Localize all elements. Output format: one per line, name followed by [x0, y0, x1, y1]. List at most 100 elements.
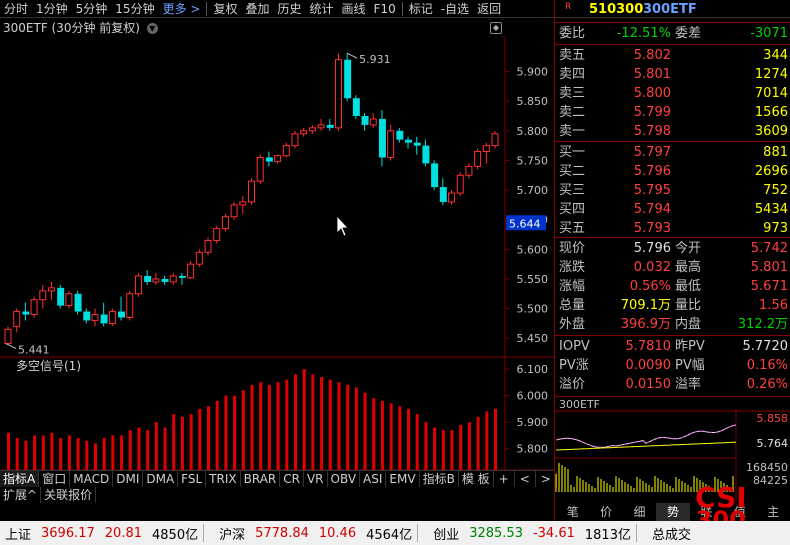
panel-tab-2[interactable]: 细	[623, 503, 656, 521]
indicator-tab-8[interactable]: CR	[280, 471, 304, 487]
toolbar-item-10[interactable]: F10	[370, 0, 400, 18]
book-price: 5.801	[633, 67, 671, 82]
indicator-tab-5[interactable]: FSL	[178, 471, 207, 487]
status-item-8[interactable]: 创业	[428, 524, 464, 543]
weicha-value: -3071	[750, 26, 788, 41]
signal-bar	[328, 379, 332, 470]
panel-tab-3[interactable]: 势	[656, 503, 690, 521]
status-item-0[interactable]: 上证	[0, 524, 36, 543]
toolbar-item-6[interactable]: 叠加	[241, 0, 273, 18]
signal-bar	[320, 376, 324, 470]
toolbar-item-0[interactable]: 分时	[0, 0, 32, 18]
indicator-tab-6[interactable]: TRIX	[206, 471, 241, 487]
panel-tabs: 笔价细势联值主	[556, 503, 790, 521]
book-level-label: 卖四	[559, 67, 586, 82]
signal-bar	[154, 422, 158, 470]
stat-value: 312.2万	[737, 317, 788, 332]
indicator-tab-12[interactable]: EMV	[386, 471, 420, 487]
candle-body	[248, 180, 255, 203]
indicator-tab-4[interactable]: DMA	[143, 471, 179, 487]
status-item-12[interactable]: 总成交	[647, 524, 696, 543]
book-volume: 752	[763, 183, 788, 198]
toolbar-item-7[interactable]: 历史	[273, 0, 305, 18]
status-item-7: 4564亿	[366, 527, 413, 543]
indicator-tab-3[interactable]: DMI	[113, 471, 144, 487]
low-marker-line	[5, 343, 17, 350]
toolbar-item-8[interactable]: 统计	[306, 0, 338, 18]
mini-price-line	[555, 424, 737, 448]
signal-bar	[398, 406, 402, 470]
signal-bar	[285, 379, 289, 470]
indicator-tab-14[interactable]: 模 板	[459, 471, 494, 487]
signal-bar	[7, 432, 10, 470]
mini-intraday-chart[interactable]: 5.858 5.764 16845084225	[554, 410, 790, 502]
panel-tab-1[interactable]: 价	[589, 503, 622, 521]
stat-value: 5.671	[750, 279, 788, 294]
candle-body	[108, 311, 116, 324]
candle-body	[152, 278, 160, 283]
candle-body	[126, 293, 134, 318]
toolbar-item-2[interactable]: 5分钟	[72, 0, 112, 18]
bids-row: 买四 5.794 5434	[555, 200, 790, 219]
toolbar-item-1[interactable]: 1分钟	[32, 0, 72, 18]
book-price: 5.799	[633, 105, 671, 120]
toolbar-item-9[interactable]: 画线	[338, 0, 370, 18]
toolbar-item-5[interactable]: 复权	[209, 0, 241, 18]
extension-item-1[interactable]: 关联报价	[41, 487, 97, 503]
book-level-label: 卖五	[559, 48, 586, 63]
toolbar-item-13[interactable]: 返回	[473, 0, 505, 18]
indicator-tab-1[interactable]: 窗口	[39, 471, 71, 487]
signal-bar	[372, 398, 376, 470]
candle-body	[230, 204, 238, 218]
signal-bar	[15, 438, 19, 470]
status-item-10: -34.61	[532, 525, 575, 541]
stat-label: 现价	[559, 241, 586, 256]
signal-bar	[485, 411, 489, 470]
price-tick-label: 5.850	[517, 95, 549, 108]
candle-body	[213, 228, 221, 241]
candle-body	[144, 276, 152, 282]
extension-item-0[interactable]: 扩展^	[0, 487, 42, 503]
indicator-tab-10[interactable]: OBV	[328, 471, 361, 487]
indicator-tab-2[interactable]: MACD	[70, 471, 114, 487]
signal-bar	[302, 368, 306, 470]
signal-bar	[467, 422, 471, 470]
candle-body	[369, 118, 377, 126]
panel-tab-6[interactable]: 主	[757, 503, 790, 521]
sub-chart-header: 多空信号(1)	[0, 357, 81, 375]
indicator-tab-9[interactable]: VR	[304, 471, 328, 487]
signal-bar	[224, 395, 228, 470]
toolbar-item-3[interactable]: 15分钟	[111, 0, 158, 18]
indicator-tab-11[interactable]: ASI	[360, 471, 387, 487]
status-item-3: 4850亿	[152, 527, 199, 543]
indicator-tab-0[interactable]: 指标A	[0, 471, 40, 487]
indicator-nav-0[interactable]: +	[494, 471, 515, 487]
book-volume: 973	[763, 221, 788, 236]
high-label: 5.931	[359, 53, 391, 66]
candle-body	[465, 165, 473, 176]
candle-body	[13, 311, 21, 327]
signal-tick-label: 6.000	[517, 390, 549, 403]
indicator-nav-1[interactable]: <	[515, 471, 536, 487]
toolbar-item-12[interactable]: -自选	[437, 0, 473, 18]
asks-row: 卖四 5.801 1274	[555, 65, 790, 84]
iopv-row: PV涨 0.0090 PV幅 0.16%	[555, 356, 790, 375]
main-chart[interactable]: 5.9005.8505.8005.7505.7005.6505.6005.550…	[0, 36, 554, 470]
toolbar-item-11[interactable]: 标记	[405, 0, 437, 18]
iopv-label: IOPV	[559, 339, 590, 354]
indicator-tab-13[interactable]: 指标B	[420, 471, 459, 487]
settings-icon[interactable]: ◆	[490, 22, 502, 34]
candle-body	[474, 151, 482, 167]
signal-bar	[180, 416, 184, 470]
book-level-label: 卖二	[559, 105, 586, 120]
candle-body	[239, 201, 247, 206]
indicator-tab-7[interactable]: BRAR	[241, 471, 281, 487]
panel-tab-0[interactable]: 笔	[556, 503, 589, 521]
candle-body	[405, 139, 413, 143]
bids-row: 买三 5.795 752	[555, 181, 790, 200]
chevron-down-icon[interactable]: ▼	[146, 23, 158, 34]
stat-value: 0.56%	[629, 279, 671, 294]
status-item-4[interactable]: 沪深	[214, 524, 250, 543]
stat-row: 总量 709.1万 量比 1.56	[555, 296, 790, 315]
toolbar-item-4[interactable]: 更多 >	[159, 0, 205, 18]
